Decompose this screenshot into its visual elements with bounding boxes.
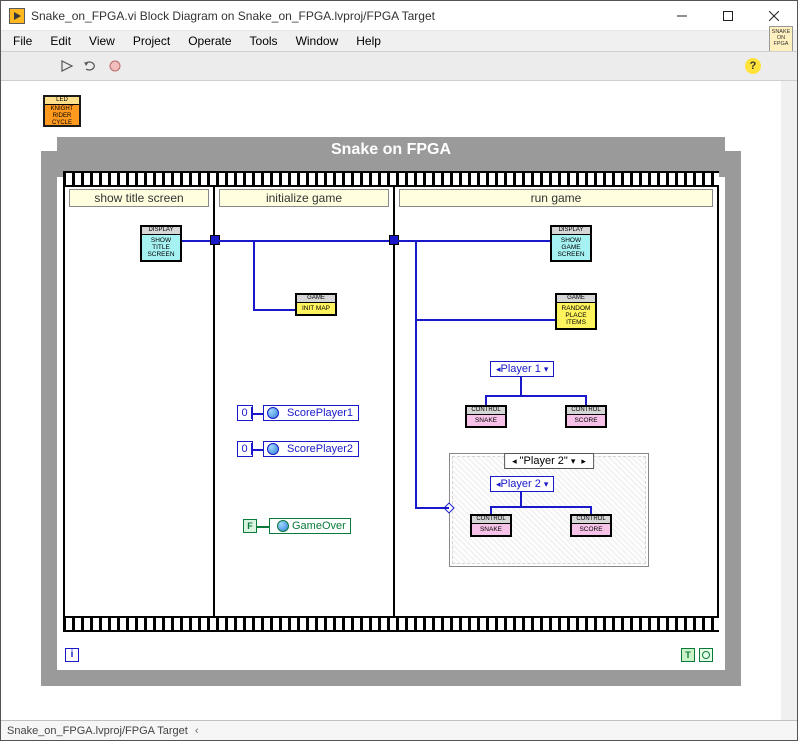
frame-label: show title screen [69, 189, 209, 207]
control-snake-p2[interactable]: CONTROL SNAKE [470, 514, 512, 537]
led-knight-rider-node[interactable]: LED KNIGHT RIDER CYCLE [43, 95, 81, 127]
wire [415, 240, 417, 508]
statusbar: Snake_on_FPGA.lvproj/FPGA Target [1, 720, 797, 740]
wire [253, 449, 263, 451]
score2-global[interactable]: ScorePlayer2 [263, 441, 359, 457]
wire [395, 240, 550, 242]
menubar: File Edit View Project Operate Tools Win… [1, 31, 797, 51]
wire [253, 413, 263, 415]
menu-window[interactable]: Window [288, 32, 347, 50]
true-constant[interactable]: T [681, 648, 695, 662]
sequence-frames: show title screen DISPLAY SHOW TITLE SCR… [63, 185, 719, 618]
frame-label: initialize game [219, 189, 389, 207]
stop-terminal[interactable] [699, 648, 713, 662]
menu-file[interactable]: File [5, 32, 40, 50]
wire [215, 240, 395, 242]
wire [415, 319, 557, 321]
menu-edit[interactable]: Edit [42, 32, 79, 50]
score2-constant[interactable]: 0 [237, 441, 253, 457]
globe-icon [277, 520, 289, 532]
wire [520, 377, 522, 395]
loop-condition: T [681, 648, 713, 662]
titlebar: Snake_on_FPGA.vi Block Diagram on Snake_… [1, 1, 797, 31]
window-title: Snake_on_FPGA.vi Block Diagram on Snake_… [31, 9, 659, 23]
app-icon [9, 8, 25, 24]
scroll-up-button[interactable] [781, 81, 797, 97]
wire [253, 240, 255, 310]
gameover-global[interactable]: GameOver [269, 518, 351, 534]
wire [490, 506, 590, 508]
menu-help[interactable]: Help [348, 32, 389, 50]
node-header: LED [45, 97, 79, 105]
control-snake-p1[interactable]: CONTROL SNAKE [465, 405, 507, 428]
display-title-node[interactable]: DISPLAY SHOW TITLE SCREEN [140, 225, 182, 262]
globe-icon [267, 443, 279, 455]
help-icon[interactable]: ? [745, 58, 761, 74]
gameover-false-constant[interactable]: F [243, 519, 257, 533]
flat-sequence-structure[interactable]: Snake on FPGA show title screen DISPLAY … [41, 151, 741, 686]
frame-run-game[interactable]: run game DISPLAY SHOW GAME SCREEN GAME [395, 185, 717, 618]
wire [485, 395, 585, 397]
globe-icon [267, 407, 279, 419]
menu-project[interactable]: Project [125, 32, 178, 50]
status-path: Snake_on_FPGA.lvproj/FPGA Target [7, 725, 199, 737]
case-selector[interactable]: ◂"Player 2"▾▸ [504, 453, 594, 469]
minimize-button[interactable] [659, 1, 705, 31]
player2-selector[interactable]: ◂Player 2▾ [490, 476, 554, 492]
random-place-items-node[interactable]: GAME RANDOM PLACE ITEMS [555, 293, 597, 330]
wire [257, 526, 269, 528]
diagram-viewport[interactable]: LED KNIGHT RIDER CYCLE Snake on FPGA sho… [1, 81, 797, 720]
node-body: KNIGHT RIDER CYCLE [45, 106, 79, 127]
run-button[interactable] [57, 56, 77, 76]
wire [253, 309, 295, 311]
frame-initialize-game[interactable]: initialize game GAME INIT MAP 0 [215, 185, 395, 618]
block-diagram-canvas[interactable]: LED KNIGHT RIDER CYCLE Snake on FPGA sho… [1, 81, 781, 720]
menu-view[interactable]: View [81, 32, 123, 50]
control-score-p1[interactable]: CONTROL SCORE [565, 405, 607, 428]
frame-show-title[interactable]: show title screen DISPLAY SHOW TITLE SCR… [65, 185, 215, 618]
wire [520, 492, 522, 506]
score1-constant[interactable]: 0 [237, 405, 253, 421]
run-continuous-button[interactable] [81, 56, 101, 76]
menu-operate[interactable]: Operate [180, 32, 239, 50]
score1-global[interactable]: ScorePlayer1 [263, 405, 359, 421]
iteration-terminal[interactable]: i [65, 648, 79, 662]
app-window: Snake_on_FPGA.vi Block Diagram on Snake_… [0, 0, 798, 741]
wire [415, 507, 449, 509]
display-game-node[interactable]: DISPLAY SHOW GAME SCREEN [550, 225, 592, 262]
maximize-button[interactable] [705, 1, 751, 31]
init-map-node[interactable]: GAME INIT MAP [295, 293, 337, 316]
control-score-p2[interactable]: CONTROL SCORE [570, 514, 612, 537]
abort-button[interactable] [105, 56, 125, 76]
sequence-filmstrip: show title screen DISPLAY SHOW TITLE SCR… [63, 173, 719, 630]
player1-selector[interactable]: ◂Player 1▾ [490, 361, 554, 377]
menu-tools[interactable]: Tools [242, 32, 286, 50]
toolbar: ? [1, 51, 797, 81]
frame-label: run game [399, 189, 713, 207]
case-structure-player2[interactable]: ◂"Player 2"▾▸ ◂Player 2▾ C [449, 453, 649, 567]
